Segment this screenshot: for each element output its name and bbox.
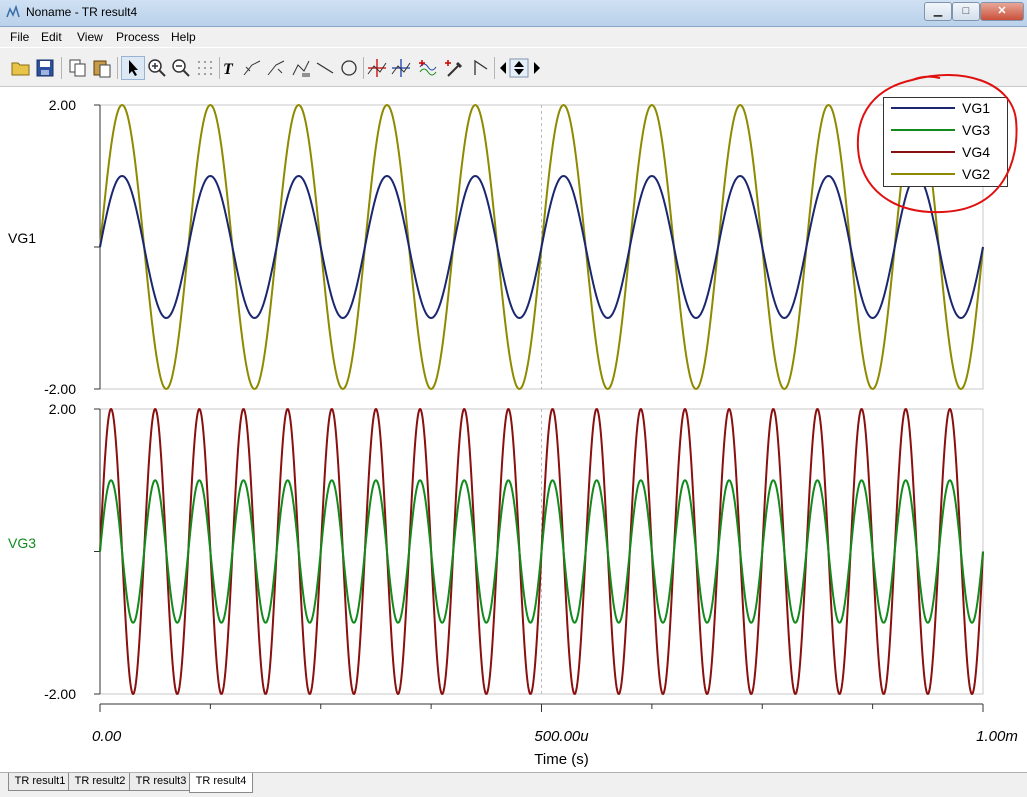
line-icon[interactable] — [314, 57, 336, 79]
toolbar-separator — [117, 57, 118, 79]
nav-arrows-icon[interactable] — [496, 57, 544, 79]
menu-edit[interactable]: Edit — [41, 30, 62, 44]
toolbar-separator — [494, 57, 495, 79]
menu-help[interactable]: Help — [171, 30, 196, 44]
toolbar-separator — [363, 57, 364, 79]
flag-icon[interactable] — [470, 57, 492, 79]
probe-icon[interactable] — [444, 57, 466, 79]
cursor-b-icon[interactable] — [390, 57, 412, 79]
axis-scale-icon[interactable] — [290, 57, 312, 79]
x-tick-label: 0.00 — [92, 728, 122, 745]
menu-file[interactable]: File — [10, 30, 29, 44]
maximize-button[interactable]: □ — [952, 2, 980, 21]
marker-a-icon[interactable] — [242, 57, 264, 79]
svg-text:T: T — [223, 61, 234, 78]
x-tick-label: 500.00u — [534, 728, 589, 745]
marker-b-icon[interactable] — [266, 57, 288, 79]
pointer-icon[interactable] — [121, 56, 145, 80]
y-axis-label: VG3 — [8, 535, 36, 551]
minimize-button[interactable]: ▁ — [924, 2, 952, 21]
y-tick-label: -2.00 — [44, 381, 76, 397]
curve-icon[interactable] — [418, 57, 440, 79]
copy-icon[interactable] — [67, 57, 89, 79]
zoom-in-icon[interactable] — [146, 57, 168, 79]
tab-tr-result3[interactable]: TR result3 — [129, 773, 193, 791]
y-tick-label: -2.00 — [44, 686, 76, 702]
red-circle-annotation — [856, 74, 1018, 214]
cursor-a-icon[interactable] — [366, 57, 388, 79]
result-tabs: TR result1 TR result2 TR result3 TR resu… — [0, 772, 1027, 797]
x-axis-label: Time (s) — [534, 751, 588, 768]
title-bar: Noname - TR result4 ▁ □ ✕ — [0, 0, 1027, 27]
tab-tr-result2[interactable]: TR result2 — [68, 773, 132, 791]
zoom-out-icon[interactable] — [170, 57, 192, 79]
text-icon[interactable]: T — [218, 57, 240, 79]
paste-icon[interactable] — [91, 57, 113, 79]
close-button[interactable]: ✕ — [980, 2, 1024, 21]
open-folder-icon[interactable] — [10, 57, 32, 79]
y-axis-label: VG1 — [8, 230, 36, 246]
y-tick-label: 2.00 — [49, 401, 76, 417]
circle-icon[interactable] — [338, 57, 360, 79]
y-tick-label: 2.00 — [49, 97, 76, 113]
grid-icon[interactable] — [194, 57, 216, 79]
save-icon[interactable] — [34, 57, 56, 79]
menu-bar: File Edit View Process Help — [0, 27, 1027, 47]
menu-view[interactable]: View — [77, 30, 103, 44]
tab-tr-result4[interactable]: TR result4 — [189, 773, 253, 793]
app-icon — [6, 5, 20, 18]
tab-tr-result1[interactable]: TR result1 — [8, 773, 72, 791]
toolbar-separator — [61, 57, 62, 79]
x-tick-label: 1.00m — [976, 728, 1018, 745]
window-title: Noname - TR result4 — [26, 5, 138, 19]
menu-process[interactable]: Process — [116, 30, 159, 44]
